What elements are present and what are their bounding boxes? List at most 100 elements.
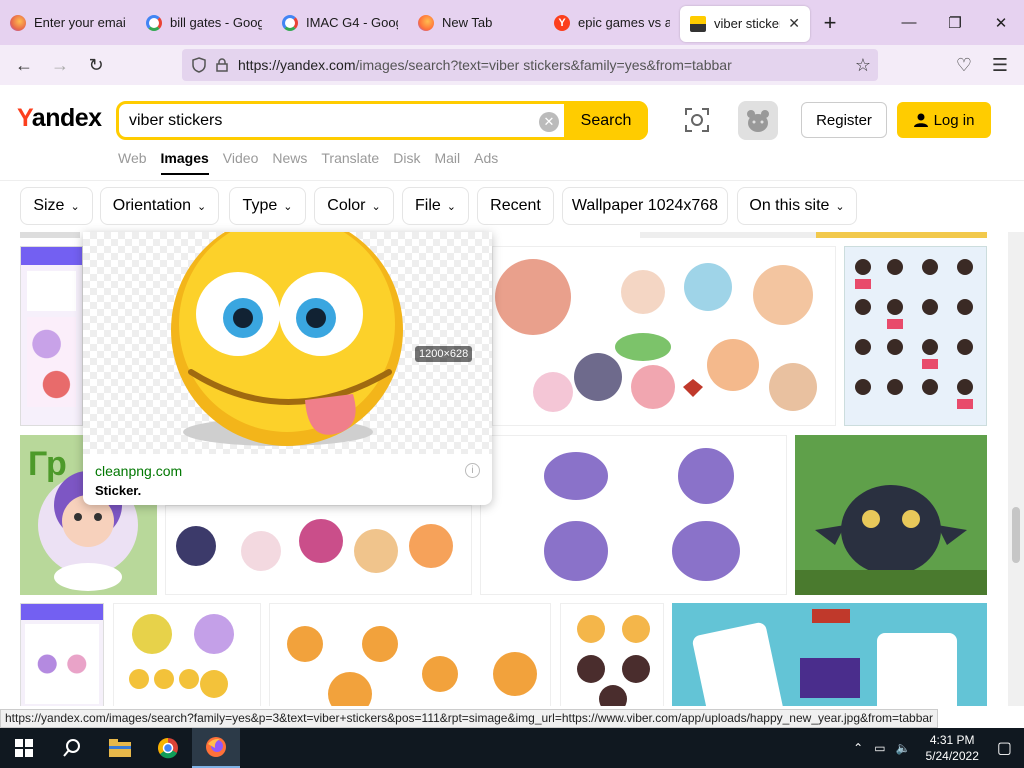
firefox-icon [418,14,434,31]
image-result[interactable] [492,246,836,426]
yandex-icon: Y [554,14,570,31]
url-bar[interactable]: https://yandex.com/images/search?text=vi… [182,49,878,81]
reload-icon[interactable]: ↻ [78,47,114,83]
restore-icon[interactable]: ❐ [932,0,978,45]
services-nav: Web Images Video News Translate Disk Mai… [118,150,498,175]
filter-size[interactable]: Size ⌄ [20,187,93,225]
status-url-bar: https://yandex.com/images/search?family=… [0,709,939,728]
filter-orientation[interactable]: Orientation ⌄ [100,187,219,225]
taskbar: ⌃ ▭ 🔈 4:31 PM 5/24/2022 ▢ [0,728,1024,768]
service-video[interactable]: Video [223,150,259,175]
bookmark-star-icon[interactable]: ☆ [845,47,881,83]
service-mail[interactable]: Mail [434,150,460,175]
tab-2[interactable]: bill gates - Googl [136,0,272,45]
tab-title: epic games vs ap [578,15,670,30]
image-preview-popup[interactable]: cleanpng.com Sticker. i [83,232,492,505]
image-result[interactable] [672,603,987,706]
windows-start-icon[interactable] [0,728,48,768]
service-disk[interactable]: Disk [393,150,420,175]
service-news[interactable]: News [272,150,307,175]
search-input[interactable] [119,111,529,130]
filter-recent[interactable]: Recent [477,187,554,225]
tab-5[interactable]: Y epic games vs ap [544,0,680,45]
preview-caption: Sticker. [95,483,142,498]
chevron-down-icon: ⌄ [283,200,293,213]
new-tab-button[interactable]: + [810,10,850,36]
scrollbar[interactable] [1008,232,1024,706]
back-arrow-icon[interactable]: ← [6,47,42,83]
volume-icon[interactable]: 🔈 [896,741,911,755]
chevron-down-icon: ⌄ [835,200,845,213]
chevron-down-icon: ⌄ [371,200,381,213]
service-images[interactable]: Images [160,150,209,175]
svg-text:Гр: Гр [28,445,67,483]
url-path: /images/search?text=viber stickers&famil… [355,57,732,73]
network-icon[interactable]: ▭ [874,741,885,755]
tab-6-active[interactable]: viber stickers: 2 ✕ [680,5,810,42]
window-controls: — ❐ ✕ [886,0,1024,45]
search-button[interactable]: Search [564,101,648,140]
clear-search-icon[interactable]: ✕ [539,112,559,132]
chevron-down-icon: ⌄ [70,200,80,213]
preview-image[interactable] [83,232,492,454]
filter-on-this-site[interactable]: On this site ⌄ [737,187,857,225]
close-window-icon[interactable]: ✕ [978,0,1024,45]
filter-color[interactable]: Color ⌄ [314,187,394,225]
search-icon[interactable] [48,728,96,768]
minimize-icon[interactable]: — [886,0,932,45]
tab-3[interactable]: IMAC G4 - Googl [272,0,408,45]
pocket-icon[interactable]: ♡ [946,47,982,83]
tab-1[interactable]: Enter your email [0,0,136,45]
shield-icon[interactable] [192,57,206,73]
image-result[interactable] [113,603,261,706]
url-host: https://yandex.com [238,57,356,73]
chevron-up-icon[interactable]: ⌃ [853,741,863,755]
system-tray: ⌃ ▭ 🔈 4:31 PM 5/24/2022 ▢ [847,728,1024,768]
tab-title: New Tab [442,15,493,30]
lock-icon[interactable] [216,58,228,72]
info-icon[interactable]: i [465,463,480,478]
forward-arrow-icon[interactable]: → [42,47,78,83]
close-tab-icon[interactable]: ✕ [788,15,800,32]
scrollbar-thumb[interactable] [1012,507,1020,563]
file-explorer-icon[interactable] [96,728,144,768]
image-result[interactable] [269,603,551,706]
filter-wallpaper[interactable]: Wallpaper 1024x768 [562,187,728,225]
preview-source-link[interactable]: cleanpng.com [95,463,182,479]
image-result[interactable] [816,232,987,238]
image-result[interactable] [844,246,987,426]
google-icon [282,14,298,31]
firefox-icon [10,14,26,31]
filter-file[interactable]: File ⌄ [402,187,469,225]
notification-icon[interactable]: ▢ [997,738,1012,758]
tab-4[interactable]: New Tab [408,0,544,45]
firefox-taskbar-icon[interactable] [192,728,240,768]
menu-icon[interactable]: ☰ [982,47,1018,83]
register-button[interactable]: Register [801,102,887,138]
image-result[interactable] [795,435,987,595]
login-button[interactable]: Log in [897,102,991,138]
service-ads[interactable]: Ads [474,150,498,175]
google-icon [146,14,162,31]
chevron-down-icon: ⌄ [446,200,456,213]
image-icon [690,15,706,32]
camera-search-icon[interactable] [684,107,710,133]
image-result[interactable] [20,232,80,238]
service-web[interactable]: Web [118,150,147,175]
image-result[interactable] [20,246,83,426]
filter-type[interactable]: Type ⌄ [229,187,306,225]
chevron-down-icon: ⌄ [197,200,207,213]
clock[interactable]: 4:31 PM 5/24/2022 [925,732,978,764]
image-dimensions-badge: 1200×628 [415,346,473,362]
image-result[interactable] [560,603,664,706]
image-result[interactable] [480,435,787,595]
yandex-logo[interactable]: Yandex [17,104,102,133]
chrome-icon[interactable] [144,728,192,768]
nav-bar: ← → ↻ https://yandex.com/images/search?t… [0,45,1024,85]
service-translate[interactable]: Translate [321,150,379,175]
tab-bar: Enter your email bill gates - Googl IMAC… [0,0,1024,45]
image-result[interactable] [640,232,836,238]
alice-icon[interactable] [738,101,778,140]
image-result[interactable] [20,603,104,706]
image-result[interactable] [165,505,472,595]
